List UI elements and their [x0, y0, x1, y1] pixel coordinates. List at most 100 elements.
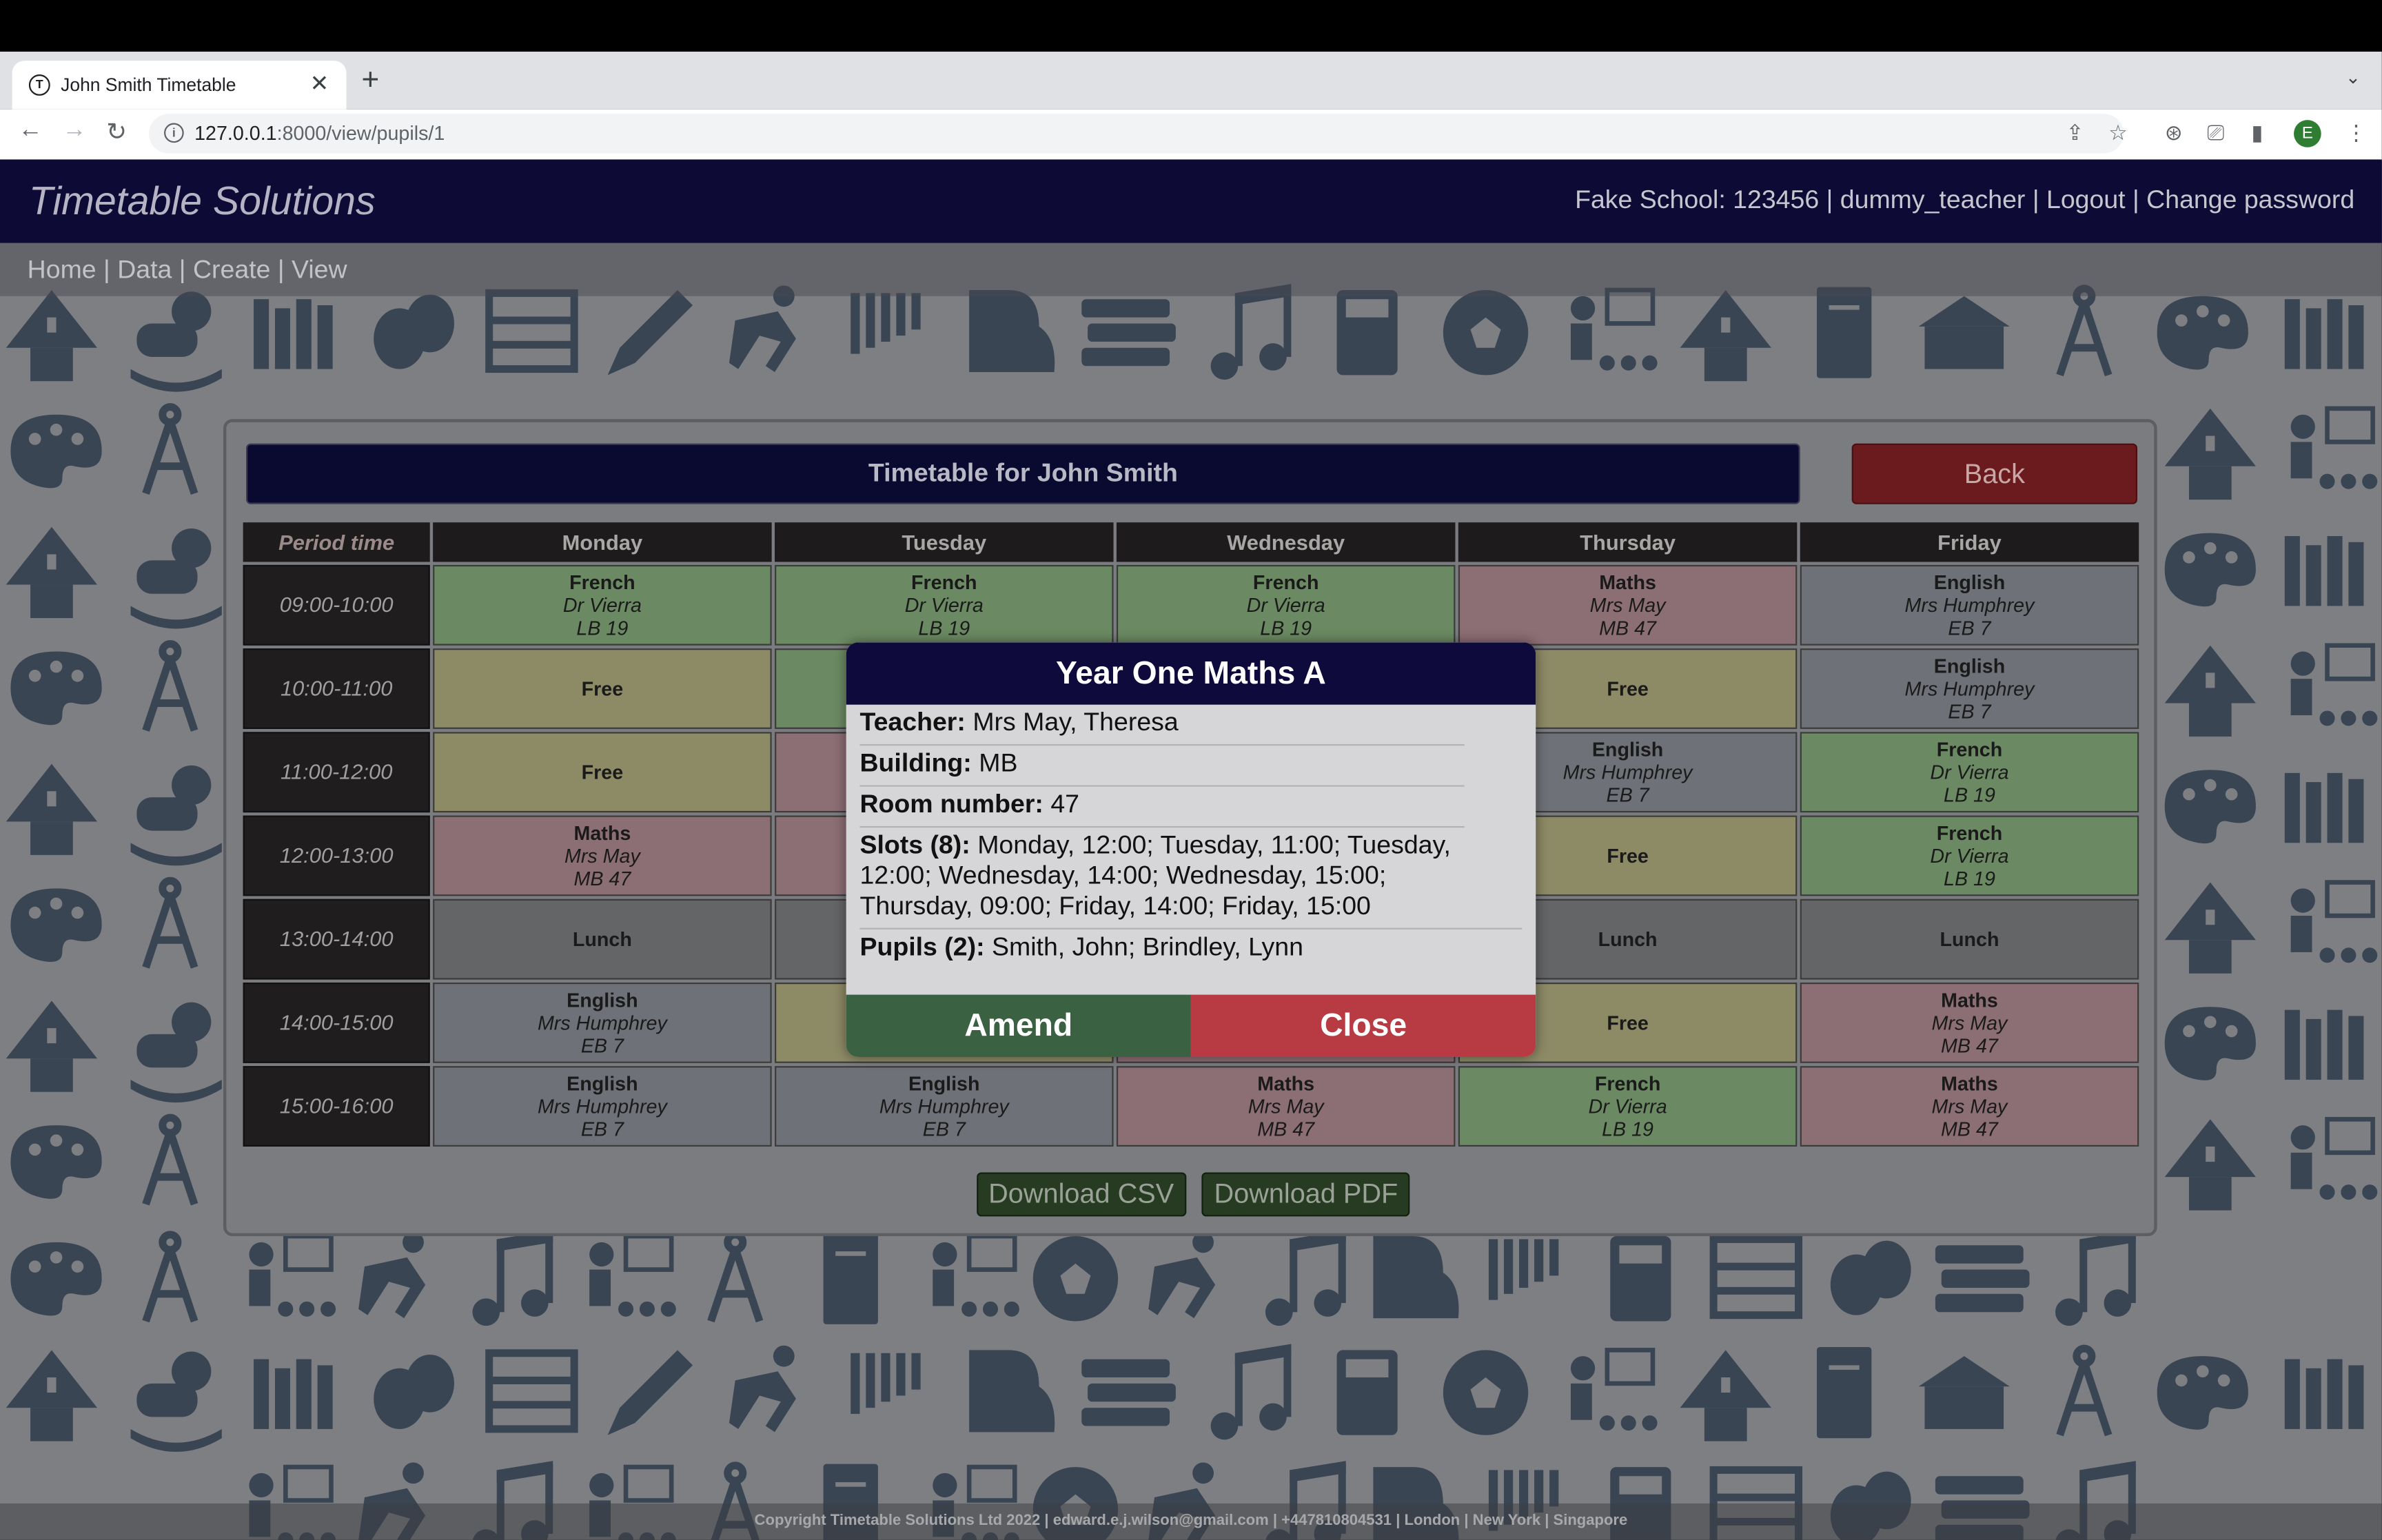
slot-label: Free	[1607, 844, 1649, 867]
lesson-teacher: Dr Vierra	[1930, 761, 2009, 784]
nav-view[interactable]: View	[292, 255, 347, 284]
field-label: Pupils (2):	[859, 932, 985, 962]
brand-title: Timetable Solutions	[28, 177, 376, 223]
lesson-room: EB 7	[1948, 700, 1991, 723]
address-bar[interactable]: i 127.0.0.1:8000/view/pupils/1	[148, 114, 2124, 154]
nav-create[interactable]: Create	[193, 255, 270, 284]
lesson-teacher: Dr Vierra	[1246, 593, 1325, 617]
timetable-row: 09:00-10:00 French Dr Vierra LB 19 French Dr …	[243, 564, 2139, 646]
profile-avatar[interactable]: E	[2294, 120, 2321, 147]
footer: Copyright Timetable Solutions Ltd 2022 |…	[0, 1503, 2382, 1540]
lesson-room: LB 19	[918, 616, 970, 639]
lesson-cell[interactable]: French Dr Vierra LB 19	[433, 564, 772, 646]
lesson-teacher: Mrs May	[1248, 1095, 1324, 1118]
lesson-cell[interactable]: French Dr Vierra LB 19	[1116, 564, 1456, 646]
back-button[interactable]: Back	[1851, 443, 2138, 504]
lesson-cell[interactable]: French Dr Vierra LB 19	[1800, 815, 2139, 896]
lesson-subject: French	[1936, 738, 2003, 761]
url-text[interactable]: 127.0.0.1:8000/view/pupils/1	[194, 121, 445, 144]
period-time-header: Period time	[243, 522, 430, 562]
free-slot-cell[interactable]: Lunch	[1800, 899, 2139, 980]
lesson-room: LB 19	[1944, 867, 1995, 890]
slot-label: Lunch	[572, 927, 632, 951]
browser-toolbar: ← → ↻ i 127.0.0.1:8000/view/pupils/1 ⇪ ☆…	[0, 109, 2382, 161]
lesson-teacher: Mrs May	[564, 844, 640, 867]
forward-arrow-icon[interactable]: →	[62, 117, 86, 145]
lesson-subject: Maths	[1599, 571, 1656, 594]
free-slot-cell[interactable]: Free	[433, 732, 772, 813]
lesson-subject: English	[567, 988, 638, 1012]
lesson-teacher: Mrs May	[1589, 593, 1666, 617]
cast-icon[interactable]: ⎚	[2207, 120, 2224, 144]
side-panel-icon[interactable]: ▮	[2251, 120, 2263, 144]
lesson-cell[interactable]: French Dr Vierra LB 19	[1800, 732, 2139, 813]
day-header: Monday	[433, 522, 772, 562]
free-slot-cell[interactable]: Lunch	[433, 899, 772, 980]
site-info-icon[interactable]: i	[164, 123, 184, 143]
download-pdf-button[interactable]: Download PDF	[1201, 1172, 1410, 1217]
lesson-cell[interactable]: English Mrs Humphrey EB 7	[1800, 648, 2139, 729]
free-slot-cell[interactable]: Free	[433, 648, 772, 729]
logout-link[interactable]: Logout	[2046, 185, 2126, 214]
lesson-room: MB 47	[1941, 1034, 1998, 1057]
lesson-teacher: Mrs Humphrey	[879, 1095, 1009, 1118]
new-tab-icon[interactable]: +	[362, 65, 380, 96]
modal-body: Teacher: Mrs May, Theresa Building: MB R…	[846, 705, 1536, 969]
browser-tab[interactable]: T John Smith Timetable ✕	[12, 61, 347, 110]
lesson-room: EB 7	[1948, 616, 1991, 639]
bookmark-star-icon[interactable]: ☆	[2108, 120, 2128, 144]
main-nav: Home | Data | Create | View	[0, 243, 2382, 296]
field-label: Building:	[859, 748, 972, 778]
tab-search-chevron-icon[interactable]: ⌄	[2345, 67, 2361, 88]
modal-title: Year One Maths A	[846, 642, 1536, 705]
lesson-room: MB 47	[1257, 1118, 1315, 1141]
lesson-cell[interactable]: Maths Mrs May MB 47	[1800, 1066, 2139, 1147]
lesson-subject: English	[908, 1072, 980, 1096]
download-csv-button[interactable]: Download CSV	[976, 1172, 1186, 1217]
lesson-subject: English	[1933, 571, 2006, 594]
lesson-cell[interactable]: French Dr Vierra LB 19	[775, 564, 1114, 646]
lesson-room: LB 19	[1602, 1118, 1654, 1141]
lesson-cell[interactable]: Maths Mrs May MB 47	[1458, 564, 1798, 646]
slot-label: Free	[1607, 1011, 1649, 1034]
reload-icon[interactable]: ↻	[106, 117, 127, 147]
day-header: Friday	[1800, 522, 2139, 562]
lesson-subject: English	[567, 1072, 638, 1096]
lesson-cell[interactable]: English Mrs Humphrey EB 7	[775, 1066, 1114, 1147]
lesson-cell[interactable]: Maths Mrs May MB 47	[1116, 1066, 1456, 1147]
close-button[interactable]: Close	[1190, 994, 1536, 1057]
lesson-subject: French	[1594, 1072, 1661, 1096]
username-label: dummy_teacher	[1840, 185, 2026, 214]
lesson-teacher: Dr Vierra	[562, 593, 642, 617]
extension-icon[interactable]: ⊛	[2165, 120, 2183, 144]
period-time-cell: 12:00-13:00	[243, 815, 430, 896]
class-detail-modal: Year One Maths A Teacher: Mrs May, There…	[846, 642, 1536, 1057]
lesson-subject: Maths	[1941, 1072, 1998, 1096]
change-password-link[interactable]: Change password	[2146, 185, 2354, 214]
lesson-room: LB 19	[1260, 616, 1312, 639]
lesson-subject: French	[569, 571, 635, 594]
nav-data[interactable]: Data	[117, 255, 172, 284]
lesson-teacher: Mrs May	[1931, 1095, 2008, 1118]
lesson-cell[interactable]: Maths Mrs May MB 47	[433, 815, 772, 896]
lesson-teacher: Mrs Humphrey	[537, 1011, 667, 1034]
modal-teacher-row: Teacher: Mrs May, Theresa	[859, 705, 1465, 746]
lesson-teacher: Mrs Humphrey	[537, 1095, 667, 1118]
share-icon[interactable]: ⇪	[2066, 120, 2084, 144]
period-time-cell: 14:00-15:00	[243, 982, 430, 1063]
lesson-subject: Maths	[1941, 988, 1998, 1012]
back-arrow-icon[interactable]: ←	[18, 117, 42, 145]
more-menu-icon[interactable]: ⋮	[2345, 120, 2367, 144]
amend-button[interactable]: Amend	[846, 994, 1191, 1057]
close-tab-icon[interactable]: ✕	[310, 70, 329, 97]
nav-home[interactable]: Home	[28, 255, 96, 284]
lesson-cell[interactable]: English Mrs Humphrey EB 7	[433, 982, 772, 1063]
lesson-cell[interactable]: Maths Mrs May MB 47	[1800, 982, 2139, 1063]
period-time-cell: 11:00-12:00	[243, 732, 430, 813]
lesson-cell[interactable]: English Mrs Humphrey EB 7	[1800, 564, 2139, 646]
lesson-teacher: Dr Vierra	[904, 593, 984, 617]
lesson-cell[interactable]: English Mrs Humphrey EB 7	[433, 1066, 772, 1147]
slot-label: Free	[1607, 677, 1649, 701]
modal-slots-row: Slots (8): Monday, 12:00; Tuesday, 11:00…	[859, 828, 1523, 930]
lesson-cell[interactable]: French Dr Vierra LB 19	[1458, 1066, 1798, 1147]
